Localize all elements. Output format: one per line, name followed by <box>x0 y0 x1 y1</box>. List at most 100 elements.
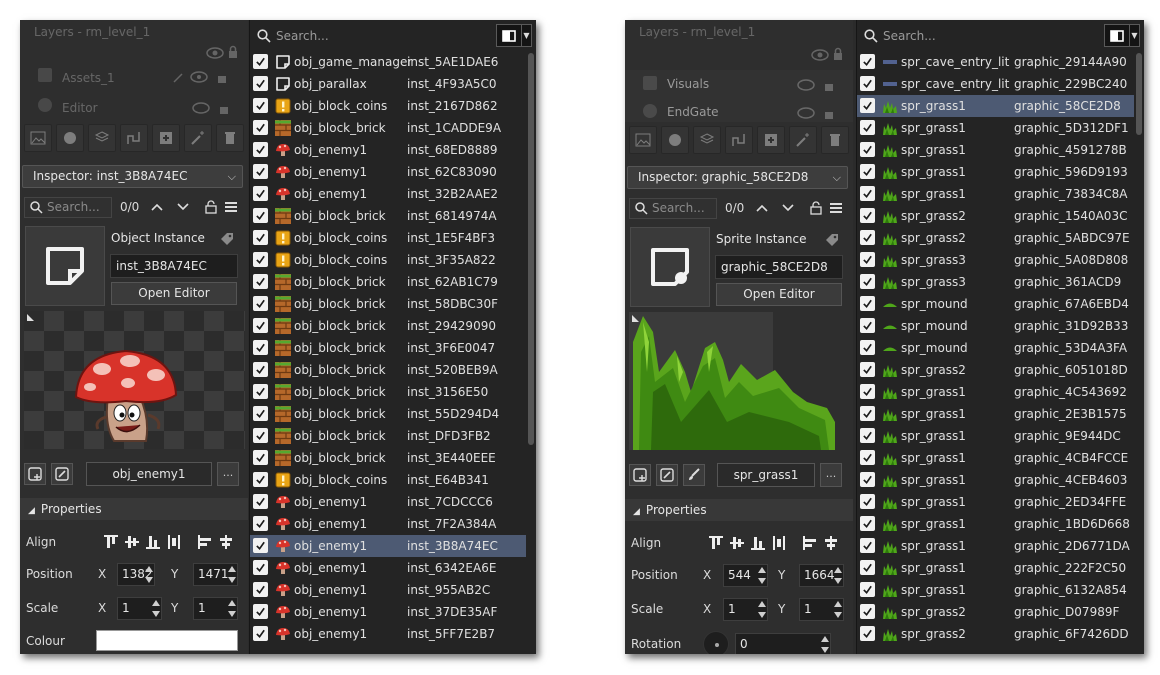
list-row[interactable]: spr_grass2 graphic_5ABDC97E <box>857 227 1134 249</box>
visibility-checkbox[interactable] <box>253 186 268 201</box>
list-row[interactable]: obj_enemy1 inst_6342EA6E <box>250 557 526 579</box>
list-search-input[interactable]: Search... <box>254 24 494 47</box>
visibility-checkbox[interactable] <box>253 384 268 399</box>
list-row[interactable]: spr_grass1 graphic_2D6771DA <box>857 535 1134 557</box>
list-row[interactable]: spr_mound graphic_53D4A3FA <box>857 337 1134 359</box>
view-mode-button[interactable] <box>1104 24 1130 47</box>
position-x-input[interactable]: 1382 <box>117 562 155 586</box>
align-middle-icon[interactable] <box>729 535 745 551</box>
list-row[interactable]: spr_grass1 graphic_4C543692 <box>857 381 1134 403</box>
open-editor-button[interactable]: Open Editor <box>111 282 237 305</box>
lock-icon[interactable] <box>204 200 218 214</box>
scale-y-input[interactable]: 1 <box>799 597 844 621</box>
list-row[interactable]: spr_grass1 graphic_73834C8A <box>857 183 1134 205</box>
add-background-layer-button[interactable] <box>24 124 52 152</box>
list-row[interactable]: obj_block_brick inst_29429090 <box>250 315 526 337</box>
view-mode-dropdown[interactable]: ▼ <box>522 24 532 47</box>
visibility-checkbox[interactable] <box>860 340 875 355</box>
visibility-checkbox[interactable] <box>860 516 875 531</box>
visibility-checkbox[interactable] <box>253 252 268 267</box>
list-row[interactable]: spr_cave_entry_lit graphic_229BC240 <box>857 73 1134 95</box>
visibility-checkbox[interactable] <box>253 296 268 311</box>
list-row[interactable]: spr_mound graphic_67A6EBD4 <box>857 293 1134 315</box>
list-row[interactable]: spr_grass1 graphic_4CEB4603 <box>857 469 1134 491</box>
tag-icon[interactable] <box>220 232 234 246</box>
position-x-input[interactable]: 544 <box>723 563 768 587</box>
lock-icon[interactable] <box>809 201 823 215</box>
stepper-icon[interactable] <box>757 566 766 584</box>
align-center-icon[interactable] <box>218 534 234 550</box>
view-mode-button[interactable] <box>496 24 522 47</box>
list-row[interactable]: obj_block_brick inst_55D294D4 <box>250 403 526 425</box>
visibility-checkbox[interactable] <box>253 472 268 487</box>
list-row[interactable]: spr_grass1 graphic_2ED34FFE <box>857 491 1134 513</box>
visibility-checkbox[interactable] <box>253 450 268 465</box>
new-asset-button[interactable] <box>629 464 651 486</box>
stepper-icon[interactable] <box>144 565 153 583</box>
add-instance-layer-button[interactable] <box>661 126 689 154</box>
visibility-checkbox[interactable] <box>253 274 268 289</box>
scale-x-input[interactable]: 1 <box>723 597 768 621</box>
position-y-input[interactable]: 1471 <box>193 562 238 586</box>
collapse-preview-icon[interactable] <box>27 314 34 321</box>
list-row[interactable]: spr_grass2 graphic_1540A03C <box>857 205 1134 227</box>
visibility-checkbox[interactable] <box>253 560 268 575</box>
visibility-checkbox[interactable] <box>253 54 268 69</box>
align-bottom-icon[interactable] <box>145 534 161 550</box>
visibility-checkbox[interactable] <box>253 120 268 135</box>
visibility-checkbox[interactable] <box>860 406 875 421</box>
visibility-checkbox[interactable] <box>860 252 875 267</box>
scrollbar-thumb[interactable] <box>528 53 534 445</box>
list-row[interactable]: obj_enemy1 inst_68ED8889 <box>250 139 526 161</box>
list-row[interactable]: obj_block_brick inst_3E440EEE <box>250 447 526 469</box>
view-mode-dropdown[interactable]: ▼ <box>1130 24 1140 47</box>
list-row[interactable]: spr_mound graphic_31D92B33 <box>857 315 1134 337</box>
visibility-checkbox[interactable] <box>860 384 875 399</box>
visibility-checkbox[interactable] <box>253 428 268 443</box>
colour-swatch[interactable] <box>96 630 238 651</box>
visibility-checkbox[interactable] <box>253 494 268 509</box>
chevron-up-icon[interactable] <box>755 201 769 215</box>
list-row[interactable]: spr_grass1 graphic_222F2C50 <box>857 557 1134 579</box>
paint-brush-button[interactable] <box>683 464 705 486</box>
visibility-checkbox[interactable] <box>860 494 875 509</box>
list-row[interactable]: obj_parallax inst_4F93A5C0 <box>250 73 526 95</box>
align-left-icon[interactable] <box>802 535 818 551</box>
menu-icon[interactable] <box>224 200 238 214</box>
list-row[interactable]: spr_grass3 graphic_5A08D808 <box>857 249 1134 271</box>
visibility-checkbox[interactable] <box>860 208 875 223</box>
list-row[interactable]: obj_enemy1 inst_5FF7E2B7 <box>250 623 526 645</box>
new-asset-button[interactable] <box>24 463 46 485</box>
visibility-checkbox[interactable] <box>860 296 875 311</box>
list-row[interactable]: obj_block_brick inst_DFD3FB2 <box>250 425 526 447</box>
visibility-checkbox[interactable] <box>860 582 875 597</box>
list-row[interactable]: spr_grass1 graphic_58CE2D8 <box>857 95 1134 117</box>
visibility-checkbox[interactable] <box>253 164 268 179</box>
list-row[interactable]: obj_block_brick inst_3F6E0047 <box>250 337 526 359</box>
list-row[interactable]: spr_grass2 graphic_6F7426DD <box>857 623 1134 645</box>
visibility-checkbox[interactable] <box>253 318 268 333</box>
properties-header[interactable]: ◢ Properties <box>20 498 248 520</box>
list-scrollbar[interactable] <box>1134 51 1144 654</box>
add-asset-layer-button[interactable] <box>152 124 180 152</box>
inspector-dropdown[interactable]: Inspector: inst_3B8A74EC ⌵ <box>22 165 243 188</box>
list-row[interactable]: obj_enemy1 inst_7F2A384A <box>250 513 526 535</box>
list-row[interactable]: obj_block_brick inst_3156E50 <box>250 381 526 403</box>
align-left-icon[interactable] <box>197 534 213 550</box>
align-center-icon[interactable] <box>823 535 839 551</box>
align-bottom-icon[interactable] <box>750 535 766 551</box>
asset-menu-button[interactable]: ... <box>820 463 842 487</box>
tag-icon[interactable] <box>825 233 839 247</box>
visibility-checkbox[interactable] <box>253 98 268 113</box>
list-search-input[interactable]: Search... <box>861 24 1102 47</box>
delete-layer-button[interactable] <box>216 124 244 152</box>
list-row[interactable]: spr_grass1 graphic_5D312DF1 <box>857 117 1134 139</box>
visibility-checkbox[interactable] <box>253 208 268 223</box>
visibility-checkbox[interactable] <box>860 98 875 113</box>
visibility-checkbox[interactable] <box>253 142 268 157</box>
visibility-checkbox[interactable] <box>253 626 268 641</box>
list-row[interactable]: spr_grass1 graphic_9E944DC <box>857 425 1134 447</box>
visibility-checkbox[interactable] <box>860 164 875 179</box>
stepper-icon[interactable] <box>227 599 236 617</box>
visibility-checkbox[interactable] <box>860 362 875 377</box>
